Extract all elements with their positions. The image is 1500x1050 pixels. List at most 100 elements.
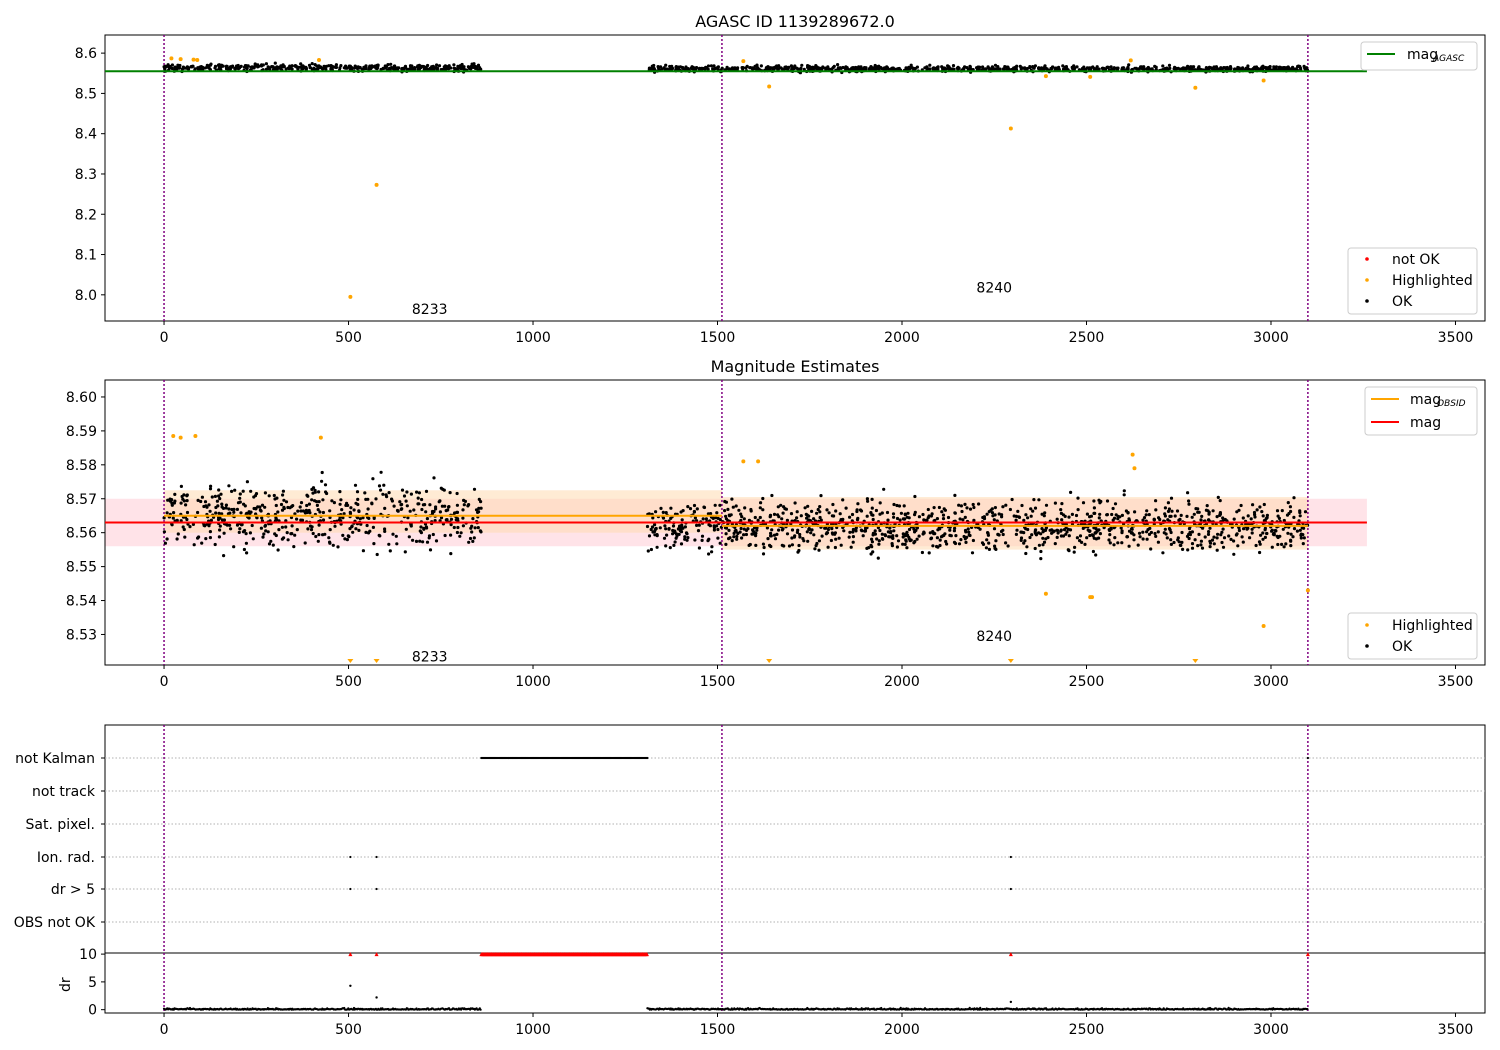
ok-point xyxy=(907,516,911,520)
ok-point xyxy=(873,529,877,533)
ok-point xyxy=(1190,546,1195,550)
ok-point xyxy=(425,540,430,544)
ok-point xyxy=(742,533,746,537)
ok-point xyxy=(1016,509,1020,513)
ok-point xyxy=(818,510,822,514)
ok-point xyxy=(941,517,946,521)
ok-point xyxy=(205,505,209,509)
ok-point xyxy=(1255,508,1259,512)
ok-point xyxy=(1250,531,1254,535)
ok-point xyxy=(230,507,234,512)
legend-label: OK xyxy=(1392,639,1413,655)
ok-point xyxy=(455,530,459,535)
ok-point xyxy=(443,67,447,71)
ok-point xyxy=(817,548,821,552)
ok-point xyxy=(1261,537,1265,541)
ok-point xyxy=(439,486,443,490)
dr-ylabel: dr xyxy=(58,977,74,992)
flag-category-label: OBS not OK xyxy=(14,915,96,931)
ok-point xyxy=(171,516,175,520)
ok-point xyxy=(162,530,166,534)
ok-point xyxy=(191,64,195,68)
ok-point xyxy=(1165,536,1169,540)
dr-xtick-label: 0 xyxy=(160,1022,169,1038)
ok-point xyxy=(1192,512,1196,516)
ok-point xyxy=(953,541,958,546)
ok-point xyxy=(220,505,224,509)
ok-point xyxy=(379,470,383,474)
ok-point xyxy=(162,516,166,520)
ok-point xyxy=(328,540,332,544)
ok-point xyxy=(1276,542,1280,547)
ok-point xyxy=(1176,66,1180,70)
ok-point xyxy=(980,541,985,545)
ok-point xyxy=(366,497,370,501)
ok-point xyxy=(434,539,439,543)
ok-point xyxy=(1169,542,1173,547)
ok-point xyxy=(1236,65,1240,70)
ok-point xyxy=(908,67,912,71)
ok-point xyxy=(851,535,856,539)
ok-point xyxy=(340,508,344,512)
ok-point xyxy=(320,479,324,483)
ok-point xyxy=(243,504,247,508)
ok-point xyxy=(218,528,222,532)
dr-xtick-label: 1000 xyxy=(515,1022,551,1038)
ok-point xyxy=(707,552,711,556)
ok-point xyxy=(850,512,855,517)
ok-point xyxy=(1067,534,1071,538)
ok-point xyxy=(219,65,223,69)
ok-point xyxy=(1204,66,1208,70)
ok-point xyxy=(683,537,687,541)
highlighted-point xyxy=(1008,126,1013,131)
ok-point xyxy=(1163,512,1167,516)
ok-point xyxy=(425,526,429,530)
ok-point xyxy=(290,524,294,528)
ok-point xyxy=(1284,542,1288,546)
highlighted-point xyxy=(317,57,322,62)
obsid-label: 8233 xyxy=(412,650,448,666)
ok-point xyxy=(239,523,244,527)
ok-point xyxy=(928,63,932,67)
ok-point xyxy=(316,508,320,512)
ok-point xyxy=(403,64,408,68)
ok-point xyxy=(830,527,834,531)
ok-point xyxy=(731,67,735,71)
ok-point xyxy=(1090,533,1094,537)
ok-point xyxy=(987,547,992,552)
ok-point xyxy=(214,505,218,510)
ok-point xyxy=(658,526,662,530)
ok-point xyxy=(207,66,211,70)
ok-point xyxy=(1260,510,1264,514)
ok-point xyxy=(848,515,852,519)
ok-point xyxy=(915,537,919,541)
top-xtick-label: 1000 xyxy=(515,330,551,346)
ok-point xyxy=(820,534,824,538)
ok-point xyxy=(780,528,785,532)
top-xtick-label: 500 xyxy=(335,330,362,346)
ok-point xyxy=(1000,513,1004,517)
ok-point xyxy=(1108,541,1112,545)
ok-point xyxy=(753,515,757,520)
ok-point xyxy=(404,499,408,503)
ok-point xyxy=(414,539,419,544)
ok-point xyxy=(202,504,206,509)
ok-point xyxy=(1212,65,1216,69)
ok-point xyxy=(968,507,973,511)
ok-point xyxy=(787,544,792,548)
ok-point xyxy=(181,497,185,501)
dr-ytick-label: 0 xyxy=(88,1003,97,1019)
ok-point xyxy=(1291,65,1295,69)
ok-point xyxy=(315,503,319,507)
ok-point xyxy=(1014,65,1018,69)
ok-point xyxy=(173,499,177,503)
ok-point xyxy=(1257,540,1262,544)
ok-point xyxy=(1122,493,1126,497)
ok-point xyxy=(871,517,875,522)
ok-point xyxy=(716,67,720,71)
ok-point xyxy=(803,506,807,510)
ok-point xyxy=(829,538,834,543)
flag-point xyxy=(646,756,649,760)
ok-point xyxy=(826,545,830,549)
ok-point xyxy=(1051,65,1055,69)
